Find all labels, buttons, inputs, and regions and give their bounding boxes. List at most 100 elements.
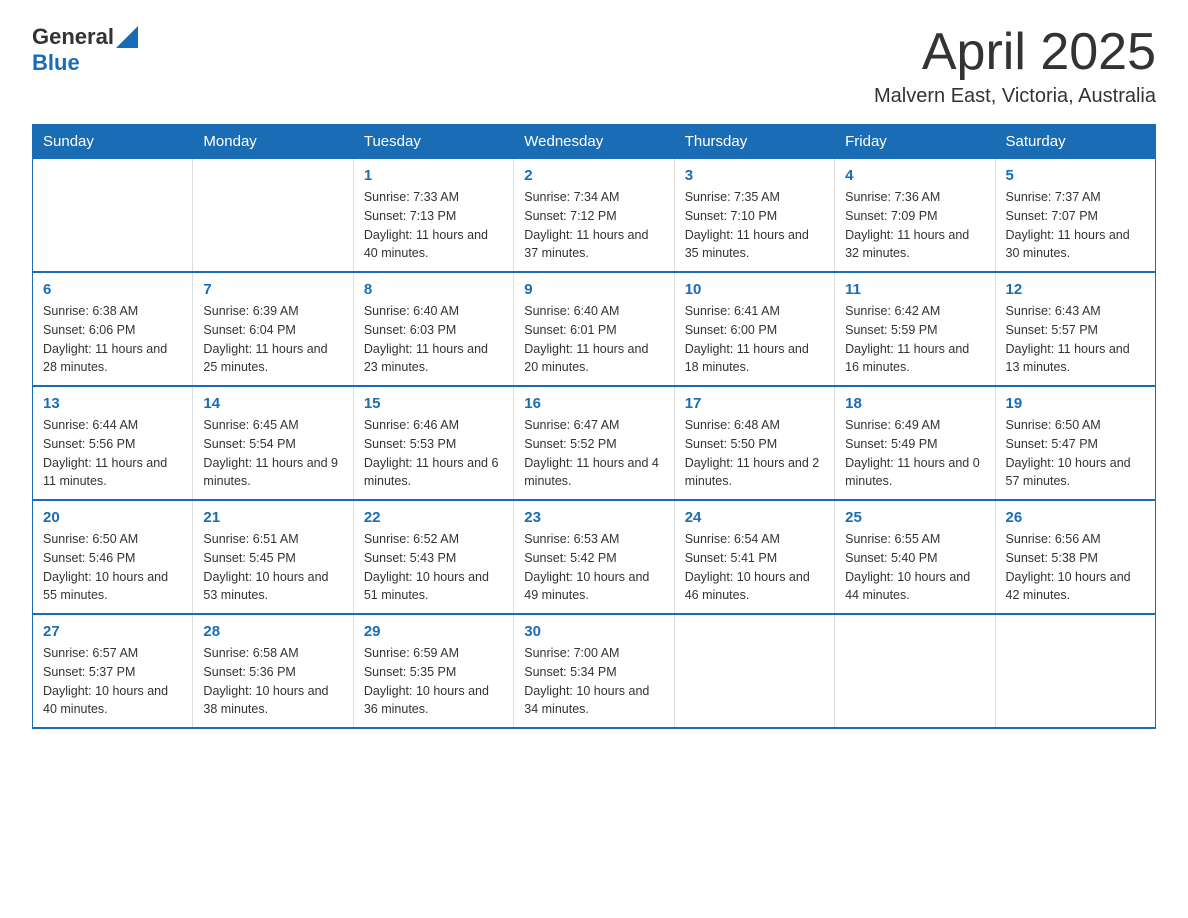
- calendar-cell: 5Sunrise: 7:37 AM Sunset: 7:07 PM Daylig…: [995, 159, 1155, 273]
- day-info: Sunrise: 6:59 AM Sunset: 5:35 PM Dayligh…: [364, 644, 503, 719]
- calendar-cell: 8 Sunrise: 6:40 AM Sunset: 6:03 PM Daylig…: [353, 272, 513, 386]
- calendar-cell: 6Sunrise: 6:38 AM Sunset: 6:06 PM Daylig…: [33, 272, 193, 386]
- calendar-cell: 29Sunrise: 6:59 AM Sunset: 5:35 PM Dayli…: [353, 614, 513, 728]
- logo-triangle-icon: [116, 26, 138, 48]
- calendar-cell: 14 Sunrise: 6:45 AM Sunset: 5:54 PM Dayli…: [193, 386, 353, 500]
- day-number: 7: [203, 281, 342, 298]
- calendar-cell: 4 Sunrise: 7:36 AM Sunset: 7:09 PM Daylig…: [835, 159, 995, 273]
- calendar-cell: 1 Sunrise: 7:33 AM Sunset: 7:13 PM Daylig…: [353, 159, 513, 273]
- calendar-cell: 7 Sunrise: 6:39 AM Sunset: 6:04 PM Daylig…: [193, 272, 353, 386]
- calendar-cell: [835, 614, 995, 728]
- calendar-cell: 23Sunrise: 6:53 AM Sunset: 5:42 PM Dayli…: [514, 500, 674, 614]
- calendar-cell: 15 Sunrise: 6:46 AM Sunset: 5:53 PM Dayli…: [353, 386, 513, 500]
- calendar-cell: 25Sunrise: 6:55 AM Sunset: 5:40 PM Dayli…: [835, 500, 995, 614]
- calendar-cell: 26Sunrise: 6:56 AM Sunset: 5:38 PM Dayli…: [995, 500, 1155, 614]
- calendar-cell: [995, 614, 1155, 728]
- day-info: Sunrise: 6:51 AM Sunset: 5:45 PM Dayligh…: [203, 530, 342, 605]
- day-info: Sunrise: 6:52 AM Sunset: 5:43 PM Dayligh…: [364, 530, 503, 605]
- calendar-week-row: 6Sunrise: 6:38 AM Sunset: 6:06 PM Daylig…: [33, 272, 1156, 386]
- calendar-header: Sunday Monday Tuesday Wednesday Thursday…: [33, 125, 1156, 159]
- day-number: 24: [685, 509, 824, 526]
- calendar-table: Sunday Monday Tuesday Wednesday Thursday…: [32, 124, 1156, 729]
- calendar-week-row: 1 Sunrise: 7:33 AM Sunset: 7:13 PM Daylig…: [33, 159, 1156, 273]
- day-number: 30: [524, 623, 663, 640]
- day-number: 11: [845, 281, 984, 298]
- calendar-cell: 16 Sunrise: 6:47 AM Sunset: 5:52 PM Dayli…: [514, 386, 674, 500]
- day-info: Sunrise: 6:40 AM Sunset: 6:03 PM Dayligh…: [364, 302, 503, 377]
- day-info: Sunrise: 6:43 AM Sunset: 5:57 PM Dayligh…: [1006, 302, 1145, 377]
- day-info: Sunrise: 6:54 AM Sunset: 5:41 PM Dayligh…: [685, 530, 824, 605]
- calendar-cell: 17 Sunrise: 6:48 AM Sunset: 5:50 PM Dayli…: [674, 386, 834, 500]
- day-info: Sunrise: 6:45 AM Sunset: 5:54 PM Dayligh…: [203, 416, 342, 491]
- day-number: 14: [203, 395, 342, 412]
- col-tuesday: Tuesday: [353, 125, 513, 159]
- day-number: 15: [364, 395, 503, 412]
- day-number: 21: [203, 509, 342, 526]
- day-info: Sunrise: 6:39 AM Sunset: 6:04 PM Dayligh…: [203, 302, 342, 377]
- day-number: 16: [524, 395, 663, 412]
- day-info: Sunrise: 6:53 AM Sunset: 5:42 PM Dayligh…: [524, 530, 663, 605]
- day-info: Sunrise: 6:47 AM Sunset: 5:52 PM Dayligh…: [524, 416, 663, 491]
- calendar-cell: 10 Sunrise: 6:41 AM Sunset: 6:00 PM Dayli…: [674, 272, 834, 386]
- calendar-cell: 18 Sunrise: 6:49 AM Sunset: 5:49 PM Dayli…: [835, 386, 995, 500]
- calendar-cell: 2Sunrise: 7:34 AM Sunset: 7:12 PM Daylig…: [514, 159, 674, 273]
- day-number: 9: [524, 281, 663, 298]
- calendar-cell: 21 Sunrise: 6:51 AM Sunset: 5:45 PM Dayli…: [193, 500, 353, 614]
- day-number: 28: [203, 623, 342, 640]
- day-number: 3: [685, 167, 824, 184]
- col-saturday: Saturday: [995, 125, 1155, 159]
- calendar-cell: 20Sunrise: 6:50 AM Sunset: 5:46 PM Dayli…: [33, 500, 193, 614]
- day-number: 20: [43, 509, 182, 526]
- day-number: 2: [524, 167, 663, 184]
- day-number: 27: [43, 623, 182, 640]
- calendar-week-row: 27 Sunrise: 6:57 AM Sunset: 5:37 PM Dayli…: [33, 614, 1156, 728]
- day-info: Sunrise: 6:50 AM Sunset: 5:47 PM Dayligh…: [1006, 416, 1145, 491]
- day-info: Sunrise: 6:46 AM Sunset: 5:53 PM Dayligh…: [364, 416, 503, 491]
- calendar-cell: 19Sunrise: 6:50 AM Sunset: 5:47 PM Dayli…: [995, 386, 1155, 500]
- calendar-cell: 28 Sunrise: 6:58 AM Sunset: 5:36 PM Dayli…: [193, 614, 353, 728]
- col-wednesday: Wednesday: [514, 125, 674, 159]
- day-info: Sunrise: 7:36 AM Sunset: 7:09 PM Dayligh…: [845, 188, 984, 263]
- day-number: 8: [364, 281, 503, 298]
- day-info: Sunrise: 6:38 AM Sunset: 6:06 PM Dayligh…: [43, 302, 182, 377]
- calendar-cell: 30 Sunrise: 7:00 AM Sunset: 5:34 PM Dayli…: [514, 614, 674, 728]
- calendar-cell: 12 Sunrise: 6:43 AM Sunset: 5:57 PM Dayli…: [995, 272, 1155, 386]
- day-info: Sunrise: 6:57 AM Sunset: 5:37 PM Dayligh…: [43, 644, 182, 719]
- calendar-cell: 11Sunrise: 6:42 AM Sunset: 5:59 PM Dayli…: [835, 272, 995, 386]
- day-info: Sunrise: 6:41 AM Sunset: 6:00 PM Dayligh…: [685, 302, 824, 377]
- logo-blue-text: Blue: [32, 50, 80, 76]
- day-number: 25: [845, 509, 984, 526]
- day-number: 22: [364, 509, 503, 526]
- calendar-cell: 3 Sunrise: 7:35 AM Sunset: 7:10 PM Daylig…: [674, 159, 834, 273]
- day-info: Sunrise: 7:35 AM Sunset: 7:10 PM Dayligh…: [685, 188, 824, 263]
- calendar-week-row: 13 Sunrise: 6:44 AM Sunset: 5:56 PM Dayli…: [33, 386, 1156, 500]
- calendar-body: 1 Sunrise: 7:33 AM Sunset: 7:13 PM Daylig…: [33, 159, 1156, 729]
- calendar-cell: 13 Sunrise: 6:44 AM Sunset: 5:56 PM Dayli…: [33, 386, 193, 500]
- col-sunday: Sunday: [33, 125, 193, 159]
- day-info: Sunrise: 7:00 AM Sunset: 5:34 PM Dayligh…: [524, 644, 663, 719]
- logo: General Blue: [32, 24, 138, 76]
- day-number: 12: [1006, 281, 1145, 298]
- calendar-cell: [193, 159, 353, 273]
- col-monday: Monday: [193, 125, 353, 159]
- day-number: 17: [685, 395, 824, 412]
- header-row: Sunday Monday Tuesday Wednesday Thursday…: [33, 125, 1156, 159]
- day-number: 10: [685, 281, 824, 298]
- day-info: Sunrise: 6:48 AM Sunset: 5:50 PM Dayligh…: [685, 416, 824, 491]
- day-info: Sunrise: 6:58 AM Sunset: 5:36 PM Dayligh…: [203, 644, 342, 719]
- day-info: Sunrise: 6:44 AM Sunset: 5:56 PM Dayligh…: [43, 416, 182, 491]
- month-title: April 2025: [874, 24, 1156, 81]
- day-number: 5: [1006, 167, 1145, 184]
- day-info: Sunrise: 6:40 AM Sunset: 6:01 PM Dayligh…: [524, 302, 663, 377]
- col-thursday: Thursday: [674, 125, 834, 159]
- page-header: General Blue April 2025 Malvern East, Vi…: [32, 24, 1156, 108]
- day-number: 4: [845, 167, 984, 184]
- title-block: April 2025 Malvern East, Victoria, Austr…: [874, 24, 1156, 108]
- day-number: 13: [43, 395, 182, 412]
- day-info: Sunrise: 7:33 AM Sunset: 7:13 PM Dayligh…: [364, 188, 503, 263]
- day-info: Sunrise: 6:49 AM Sunset: 5:49 PM Dayligh…: [845, 416, 984, 491]
- day-number: 18: [845, 395, 984, 412]
- calendar-cell: 22 Sunrise: 6:52 AM Sunset: 5:43 PM Dayli…: [353, 500, 513, 614]
- day-number: 1: [364, 167, 503, 184]
- calendar-cell: 9 Sunrise: 6:40 AM Sunset: 6:01 PM Daylig…: [514, 272, 674, 386]
